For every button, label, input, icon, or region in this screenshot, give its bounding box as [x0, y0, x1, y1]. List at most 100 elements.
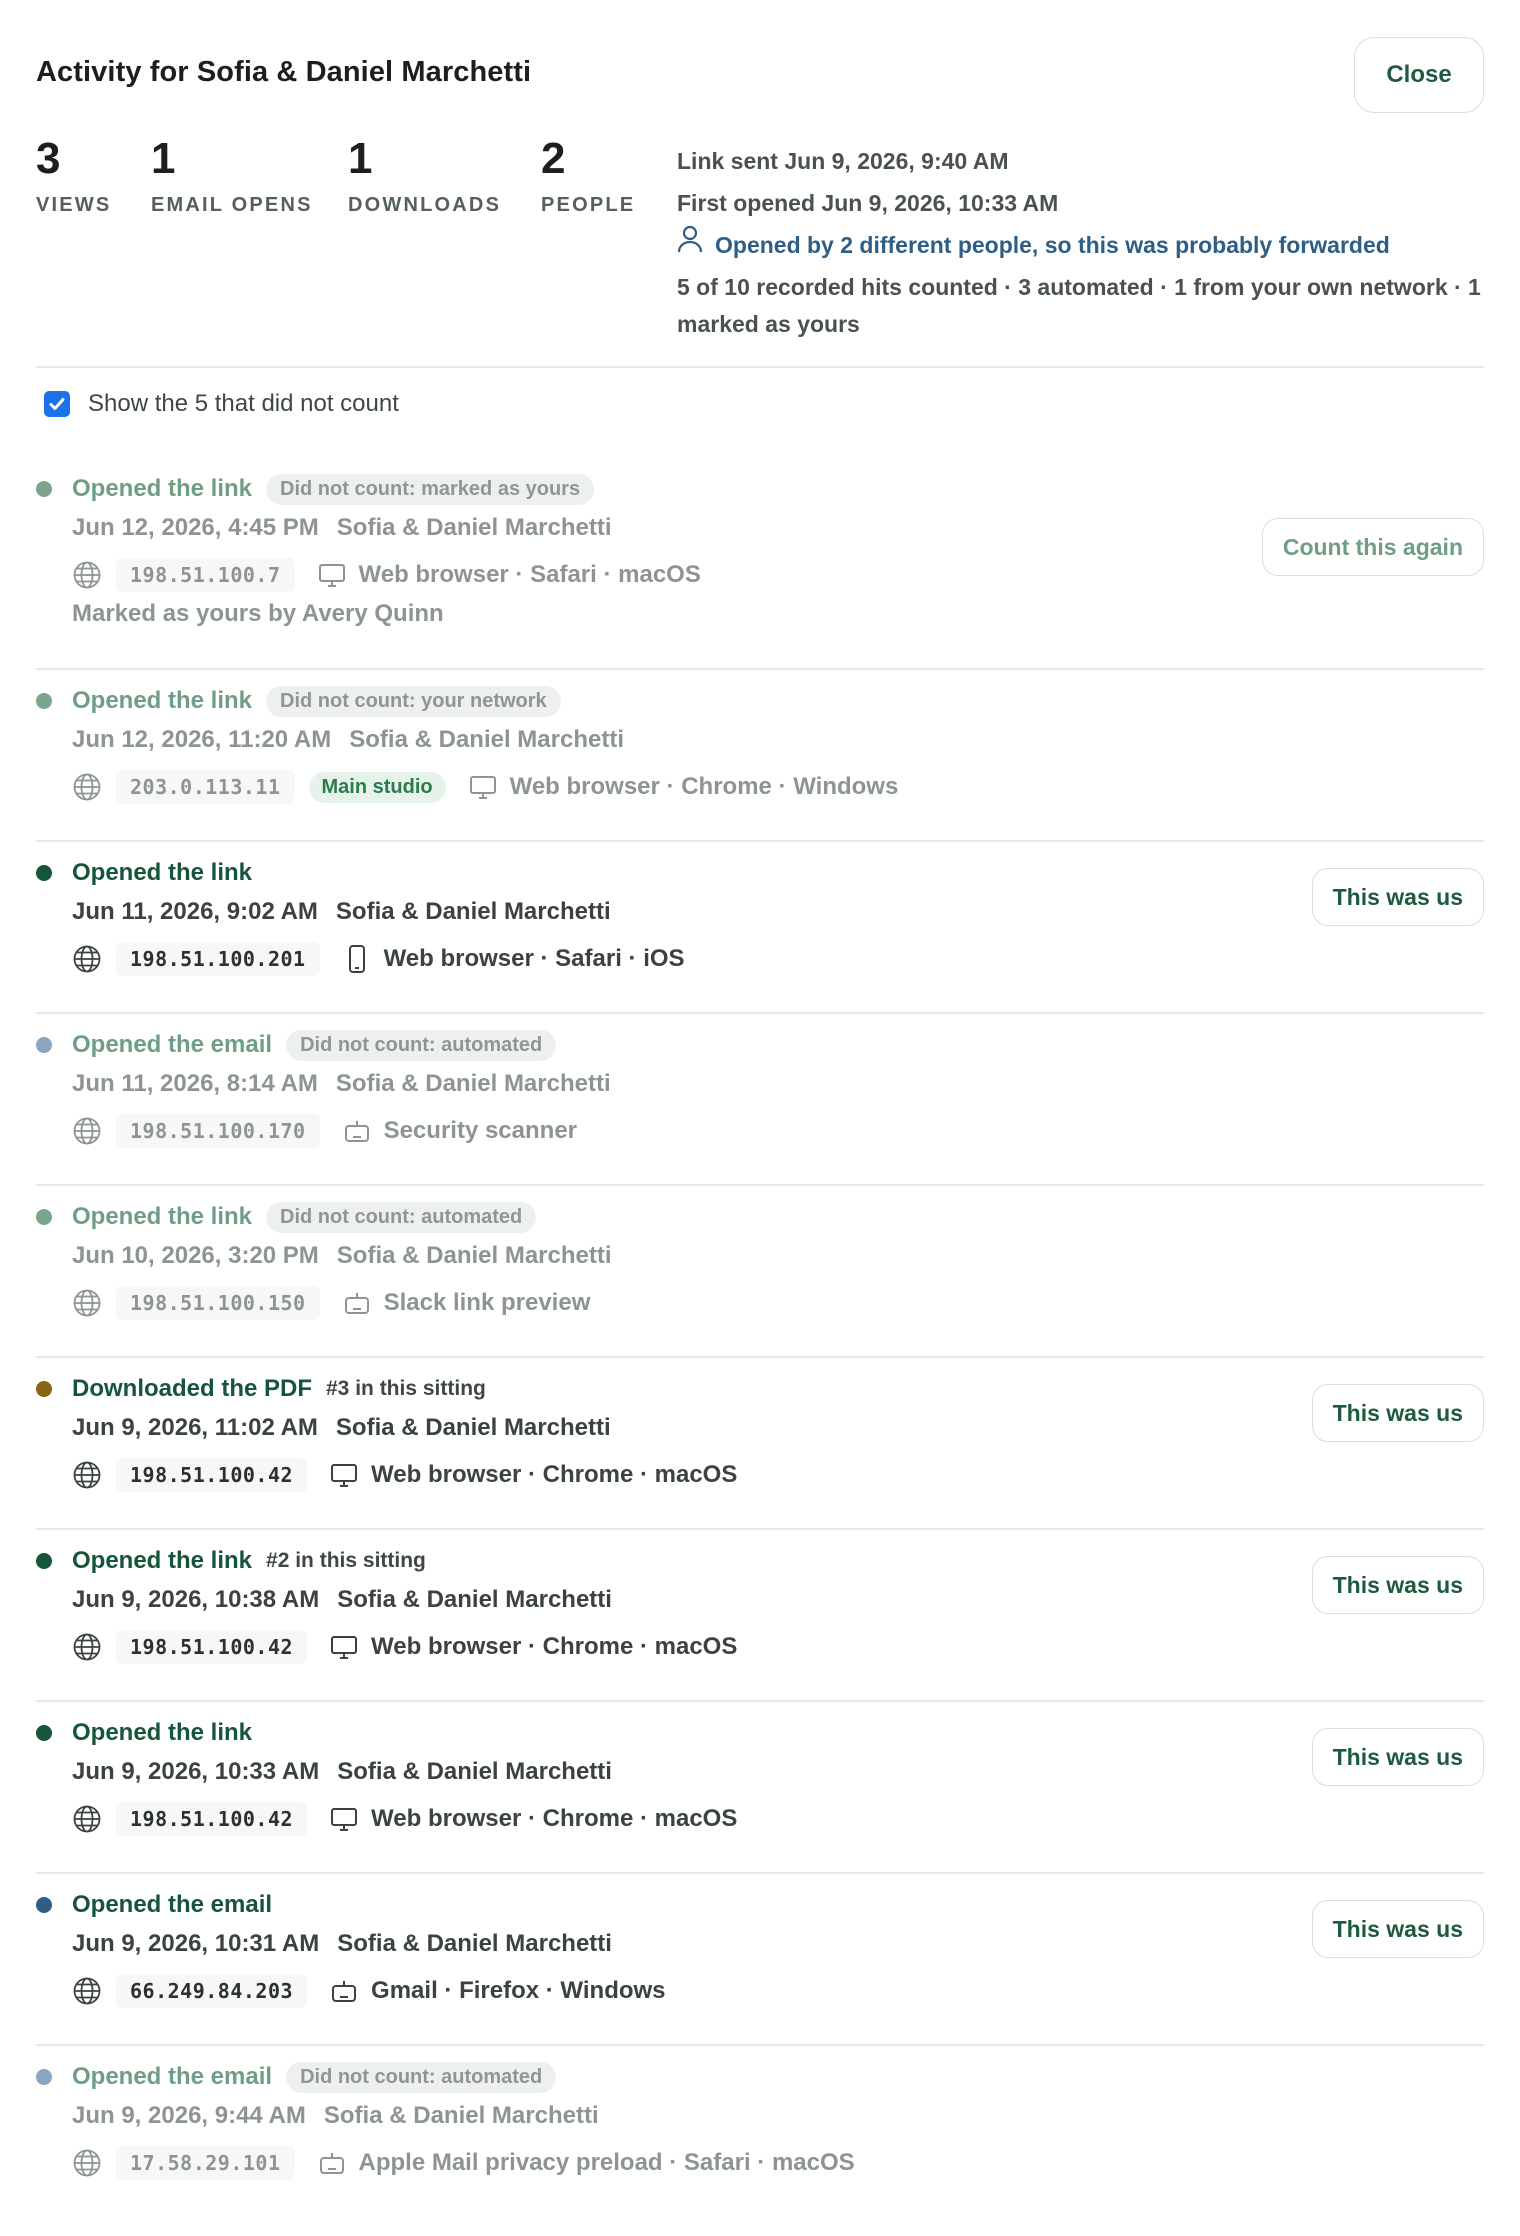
divider: [36, 366, 1484, 368]
event-row: Opened the link #2 in this sitting Jun 9, …: [36, 1544, 1484, 1716]
event-action: Opened the email: [72, 1891, 273, 1918]
person-icon: [677, 224, 703, 266]
device-detail: · Chrome · macOS: [521, 1805, 738, 1832]
device-name: Web browser: [383, 945, 534, 972]
globe-icon: [72, 1460, 102, 1490]
event-person: Sofia & Daniel Marchetti: [335, 1414, 611, 1441]
event-header: Opened the link: [36, 856, 252, 890]
event-device-row: 198.51.100.42 Web browser · Chrome · macO…: [72, 1802, 737, 1836]
this-was-us-button[interactable]: This was us: [1311, 1556, 1484, 1614]
did-not-count-badge: Did not count: automated: [286, 2061, 557, 2093]
event-date: Jun 9, 2026, 9:44 AM: [72, 2102, 306, 2129]
divider: [36, 1356, 1484, 1358]
event-dot: [36, 1209, 52, 1225]
ip-address: 17.58.29.101: [116, 2146, 295, 2180]
event-row: Opened the email Did not count: automated…: [36, 2060, 1484, 2236]
hit-counts-text: 5 of 10 recorded hits counted · 3 automa…: [677, 274, 1481, 337]
stat-email-opens: 1 EMAIL OPENS: [151, 134, 313, 217]
event-header: Opened the link Did not count: automated: [36, 1200, 537, 1234]
event-meta: Jun 9, 2026, 10:38 AM Sofia & Daniel Marc…: [72, 1586, 612, 1614]
monitor-icon: [468, 772, 498, 802]
event-header: Opened the email: [36, 1888, 272, 1922]
robot-icon: [342, 1116, 372, 1146]
event-date: Jun 11, 2026, 9:02 AM: [72, 898, 318, 925]
device-detail: · Safari · macOS: [662, 2149, 855, 2176]
event-row: Opened the link Jun 11, 2026, 9:02 AM Sofi…: [36, 856, 1484, 1028]
activity-dialog: Activity for Sofia & Daniel Marchetti Cl…: [0, 0, 1520, 2236]
event-meta: Jun 9, 2026, 11:02 AM Sofia & Daniel Marc…: [72, 1414, 611, 1442]
event-dot: [36, 693, 52, 709]
did-not-count-badge: Did not count: automated: [266, 1201, 537, 1233]
event-person: Sofia & Daniel Marchetti: [349, 726, 624, 753]
monitor-icon: [329, 1804, 359, 1834]
device-detail: · Chrome · Windows: [659, 773, 899, 800]
ip-address: 203.0.113.11: [116, 770, 295, 804]
event-date: Jun 11, 2026, 8:14 AM: [72, 1070, 318, 1097]
device-name: Web browser: [371, 1461, 522, 1488]
this-was-us-button[interactable]: This was us: [1311, 1384, 1484, 1442]
device-detail: · Chrome · macOS: [521, 1461, 738, 1488]
event-person: Sofia & Daniel Marchetti: [323, 2102, 599, 2129]
event-device-row: 17.58.29.101 Apple Mail privacy preload ·…: [72, 2146, 855, 2180]
divider: [36, 1012, 1484, 1014]
event-meta: Jun 12, 2026, 4:45 PM Sofia & Daniel Marc…: [72, 514, 612, 542]
event-date: Jun 12, 2026, 11:20 AM: [72, 726, 332, 753]
link-sent-text: Link sent Jun 9, 2026, 9:40 AM: [677, 148, 1009, 174]
event-row: Opened the email Jun 9, 2026, 10:31 AM Sof…: [36, 1888, 1484, 2060]
show-uncounted-checkbox[interactable]: [44, 391, 70, 417]
divider: [36, 2044, 1484, 2046]
event-device-row: 203.0.113.11 Main studio Web browser · Chr…: [72, 770, 898, 804]
this-was-us-button[interactable]: This was us: [1311, 1900, 1484, 1958]
event-meta: Jun 10, 2026, 3:20 PM Sofia & Daniel Marc…: [72, 1242, 612, 1270]
show-uncounted-toggle[interactable]: Show the 5 that did not count: [44, 390, 399, 418]
event-device-row: 198.51.100.170 Security scanner: [72, 1114, 577, 1148]
event-meta: Jun 9, 2026, 9:44 AM Sofia & Daniel March…: [72, 2102, 599, 2130]
event-person: Sofia & Daniel Marchetti: [337, 1586, 612, 1613]
forwarded-text: Opened by 2 different people, so this wa…: [715, 232, 1390, 258]
event-action: Opened the link: [72, 1719, 253, 1746]
divider: [36, 840, 1484, 842]
activity-summary: Link sent Jun 9, 2026, 9:40 AM First ope…: [677, 140, 1487, 343]
first-opened-text: First opened Jun 9, 2026, 10:33 AM: [677, 190, 1059, 216]
device-detail: · Chrome · macOS: [521, 1633, 738, 1660]
show-uncounted-label: Show the 5 that did not count: [88, 390, 399, 417]
event-meta: Jun 11, 2026, 9:02 AM Sofia & Daniel Marc…: [72, 898, 611, 926]
stat-people: 2 PEOPLE: [541, 134, 635, 217]
stat-downloads: 1 DOWNLOADS: [348, 134, 501, 217]
globe-icon: [72, 1632, 102, 1662]
event-device-row: 198.51.100.42 Web browser · Chrome · macO…: [72, 1630, 737, 1664]
device-detail: · Safari · iOS: [533, 945, 685, 972]
monitor-icon: [329, 1460, 359, 1490]
event-meta: Jun 9, 2026, 10:33 AM Sofia & Daniel Marc…: [72, 1758, 612, 1786]
event-person: Sofia & Daniel Marchetti: [337, 1758, 612, 1785]
this-was-us-button[interactable]: This was us: [1311, 1728, 1484, 1786]
event-note: Marked as yours by Avery Quinn: [72, 600, 444, 627]
event-date: Jun 9, 2026, 11:02 AM: [72, 1414, 318, 1441]
event-header: Opened the link Did not count: marked as …: [36, 472, 595, 506]
device-name: Web browser: [509, 773, 660, 800]
robot-icon: [329, 1976, 359, 2006]
event-dot: [36, 1725, 52, 1741]
sitting-label: #3 in this sitting: [326, 1377, 486, 1400]
event-header: Opened the email Did not count: automated: [36, 2060, 557, 2094]
device-name: Gmail: [371, 1977, 438, 2004]
this-was-us-button[interactable]: This was us: [1311, 868, 1484, 926]
globe-icon: [72, 2148, 102, 2178]
monitor-icon: [317, 560, 347, 590]
checkmark-icon: [49, 398, 65, 410]
ip-address: 198.51.100.42: [116, 1802, 308, 1836]
close-button[interactable]: Close: [1354, 37, 1484, 113]
event-person: Sofia & Daniel Marchetti: [336, 1242, 612, 1269]
event-device-row: 198.51.100.150 Slack link preview: [72, 1286, 590, 1320]
ip-address: 198.51.100.150: [116, 1286, 320, 1320]
event-action: Opened the link: [72, 859, 253, 886]
event-action: Opened the email: [72, 2063, 273, 2090]
count-this-again-button[interactable]: Count this again: [1261, 518, 1484, 576]
ip-address: 198.51.100.170: [116, 1114, 320, 1148]
event-dot: [36, 2069, 52, 2085]
event-dot: [36, 1897, 52, 1913]
event-header: Downloaded the PDF #3 in this sitting: [36, 1372, 486, 1406]
event-action: Opened the link: [72, 1547, 253, 1574]
did-not-count-badge: Did not count: automated: [286, 1029, 557, 1061]
event-date: Jun 9, 2026, 10:33 AM: [72, 1758, 320, 1785]
